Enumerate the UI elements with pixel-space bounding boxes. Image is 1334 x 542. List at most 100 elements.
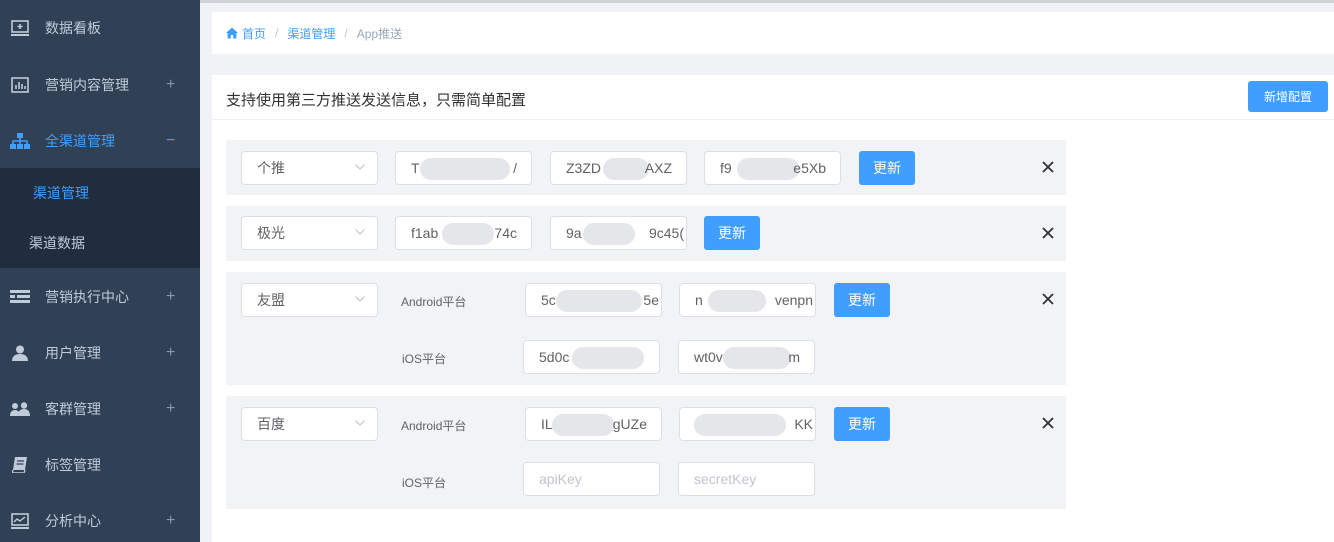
menu-item-marketing-content[interactable]: 营销内容管理 + bbox=[0, 57, 200, 113]
input-placeholder: secretKey bbox=[694, 471, 757, 487]
chevron-down-icon bbox=[355, 420, 365, 426]
update-button[interactable]: 更新 bbox=[834, 407, 890, 441]
menu-label: 营销内容管理 bbox=[45, 77, 129, 93]
push-config-card: 支持使用第三方推送发送信息，只需简单配置 新增配置 个推 T / Z3ZD AX… bbox=[212, 75, 1334, 542]
submenu-omnichannel: 渠道管理 渠道数据 bbox=[0, 168, 200, 268]
breadcrumb-separator: / bbox=[344, 26, 348, 40]
redaction-blur bbox=[737, 158, 799, 180]
menu-item-segment-management[interactable]: 客群管理 + bbox=[0, 381, 200, 437]
android-master-secret-input[interactable]: n venpn bbox=[679, 283, 816, 317]
menu-item-dashboard[interactable]: 数据看板 bbox=[0, 0, 200, 56]
menu-item-analytics[interactable]: 分析中心 + bbox=[0, 493, 200, 542]
card-title: 支持使用第三方推送发送信息，只需简单配置 bbox=[226, 92, 527, 109]
redaction-blur bbox=[420, 158, 510, 180]
config-row-baidu: 百度 Android平台 IL gUZe KK 更新 iOS平台 apiKey … bbox=[226, 396, 1066, 509]
user-icon bbox=[10, 343, 30, 363]
menu-label: 数据看板 bbox=[45, 20, 101, 36]
list-icon bbox=[10, 287, 30, 307]
menu-label: 分析中心 bbox=[45, 513, 101, 529]
menu-label: 全渠道管理 bbox=[45, 133, 115, 149]
input-value-tail: 74c bbox=[494, 225, 517, 241]
chevron-down-icon bbox=[355, 229, 365, 235]
breadcrumb-separator: / bbox=[275, 26, 279, 40]
menu-item-marketing-execution[interactable]: 营销执行中心 + bbox=[0, 269, 200, 325]
book-icon bbox=[10, 455, 30, 475]
close-icon[interactable] bbox=[1041, 226, 1055, 240]
app-id-input[interactable]: T / bbox=[395, 151, 532, 185]
ios-app-key-input[interactable]: 5d0c bbox=[523, 340, 660, 374]
users-icon bbox=[10, 399, 30, 419]
add-config-button[interactable]: 新增配置 bbox=[1248, 81, 1328, 112]
input-value: 5c bbox=[541, 292, 556, 308]
breadcrumb-home-label: 首页 bbox=[242, 26, 267, 41]
bar-chart-icon bbox=[10, 75, 30, 95]
card-header: 支持使用第三方推送发送信息，只需简单配置 新增配置 bbox=[212, 75, 1334, 120]
ios-api-key-input[interactable]: apiKey bbox=[523, 462, 660, 496]
redaction-blur bbox=[572, 347, 644, 369]
input-value: T bbox=[411, 160, 420, 176]
menu-item-omnichannel[interactable]: 全渠道管理 − bbox=[0, 113, 200, 169]
sitemap-icon bbox=[10, 131, 30, 151]
input-value-tail: e5Xb bbox=[793, 160, 826, 176]
redaction-blur bbox=[583, 223, 635, 245]
top-divider bbox=[200, 0, 1334, 3]
input-placeholder: apiKey bbox=[539, 471, 582, 487]
input-value: IL bbox=[541, 416, 553, 432]
collapse-minus-icon: − bbox=[166, 132, 176, 149]
android-secret-key-input[interactable]: KK bbox=[679, 407, 816, 441]
input-value: wt0v bbox=[694, 349, 723, 365]
breadcrumb-home[interactable]: 首页 bbox=[226, 25, 266, 42]
menu-label: 用户管理 bbox=[45, 345, 101, 361]
expand-plus-icon: + bbox=[166, 288, 176, 305]
ios-platform-label: iOS平台 bbox=[402, 352, 447, 366]
master-secret-input[interactable]: f9 e5Xb bbox=[704, 151, 841, 185]
close-icon[interactable] bbox=[1041, 416, 1055, 430]
sub-item-channel-management[interactable]: 渠道管理 bbox=[0, 168, 200, 218]
input-value: Z3ZD bbox=[566, 160, 601, 176]
input-value-tail: 9c45( bbox=[648, 225, 684, 241]
ios-master-secret-input[interactable]: wt0v m bbox=[678, 340, 815, 374]
menu-label: 营销执行中心 bbox=[45, 289, 129, 305]
chevron-down-icon bbox=[355, 164, 365, 170]
config-row-getui: 个推 T / Z3ZD AXZ f9 e5Xb 更新 bbox=[226, 140, 1066, 195]
update-button[interactable]: 更新 bbox=[704, 216, 760, 250]
android-app-key-input[interactable]: 5c 5e bbox=[525, 283, 662, 317]
monitor-icon bbox=[10, 18, 30, 38]
breadcrumb-channel-management[interactable]: 渠道管理 bbox=[287, 25, 335, 42]
menu-label: 客群管理 bbox=[45, 401, 101, 417]
input-value-tail: venpn bbox=[774, 292, 813, 308]
sidebar: 数据看板 营销内容管理 + 全渠道管理 − 渠道管理 渠道数据 营销执行中心 + bbox=[0, 0, 200, 542]
input-value: f9 bbox=[720, 160, 732, 176]
input-value-tail: KK bbox=[794, 416, 813, 432]
redaction-blur bbox=[603, 158, 649, 180]
provider-select-value: 百度 bbox=[257, 416, 285, 432]
update-button[interactable]: 更新 bbox=[834, 283, 890, 317]
menu-item-tag-management[interactable]: 标签管理 bbox=[0, 437, 200, 493]
provider-select-value: 极光 bbox=[257, 225, 285, 241]
android-api-key-input[interactable]: IL gUZe bbox=[525, 407, 662, 441]
app-key-input[interactable]: Z3ZD AXZ bbox=[550, 151, 687, 185]
menu-item-user-management[interactable]: 用户管理 + bbox=[0, 325, 200, 381]
redaction-blur bbox=[694, 414, 786, 436]
input-value: 9a bbox=[566, 225, 582, 241]
provider-select[interactable]: 百度 bbox=[241, 407, 378, 441]
input-value-tail: 5e bbox=[643, 292, 659, 308]
ios-secret-key-input[interactable]: secretKey bbox=[678, 462, 815, 496]
master-secret-input[interactable]: 9a 9c45( bbox=[550, 216, 687, 250]
input-value: 5d0c bbox=[539, 349, 570, 365]
close-icon[interactable] bbox=[1041, 292, 1055, 306]
expand-plus-icon: + bbox=[166, 344, 176, 361]
redaction-blur bbox=[723, 347, 791, 369]
update-button[interactable]: 更新 bbox=[859, 151, 915, 185]
provider-select[interactable]: 友盟 bbox=[241, 283, 378, 317]
close-icon[interactable] bbox=[1041, 160, 1055, 174]
sub-item-channel-data[interactable]: 渠道数据 bbox=[0, 218, 200, 268]
provider-select[interactable]: 极光 bbox=[241, 216, 378, 250]
provider-select-value: 个推 bbox=[257, 160, 285, 176]
breadcrumb-current: App推送 bbox=[356, 26, 403, 41]
ios-platform-label: iOS平台 bbox=[402, 476, 447, 490]
provider-select[interactable]: 个推 bbox=[241, 151, 378, 185]
android-platform-label: Android平台 bbox=[401, 419, 467, 433]
app-key-input[interactable]: f1ab 74c bbox=[395, 216, 532, 250]
home-icon bbox=[226, 27, 238, 38]
